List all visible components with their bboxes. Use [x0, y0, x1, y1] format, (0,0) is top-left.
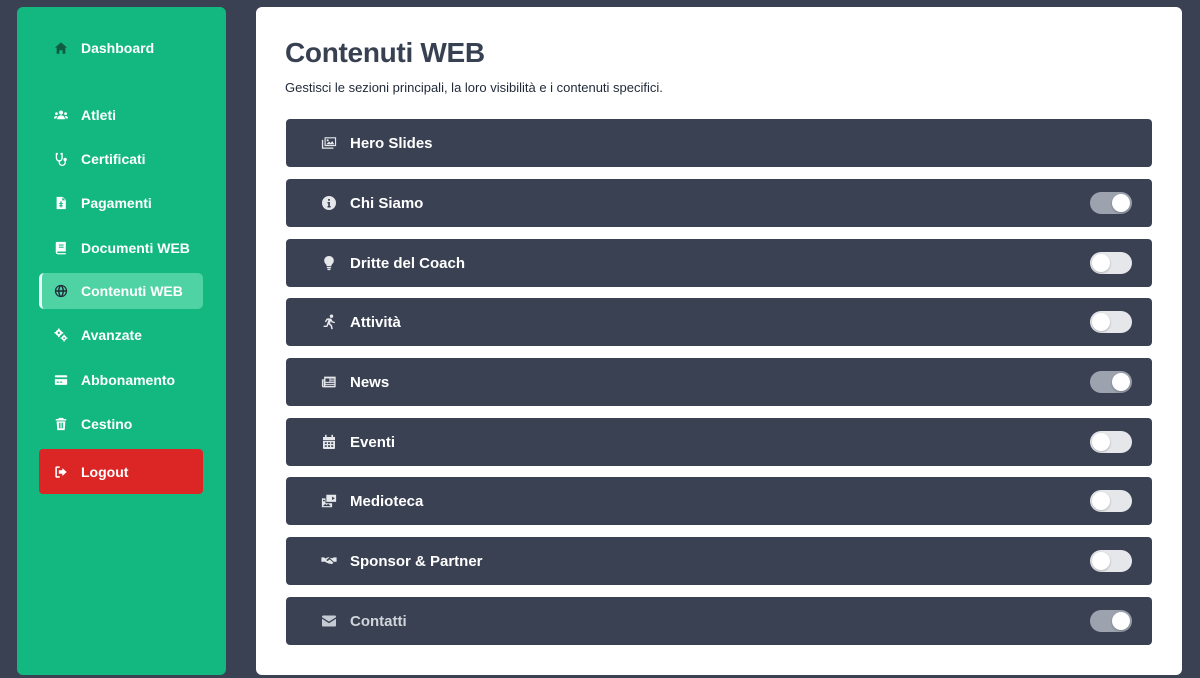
sidebar-item-label: Pagamenti: [81, 195, 152, 211]
sidebar-item-label: Atleti: [81, 107, 116, 123]
book-icon: [53, 240, 69, 256]
toggle-knob: [1112, 194, 1130, 212]
running-icon: [320, 313, 338, 331]
users-icon: [53, 107, 69, 123]
toggle-knob: [1112, 373, 1130, 391]
visibility-toggle[interactable]: [1090, 431, 1132, 453]
section-row-news[interactable]: News: [286, 358, 1152, 406]
sidebar-item-label: Contenuti WEB: [81, 283, 183, 299]
sidebar-item-certificati[interactable]: Certificati: [39, 141, 203, 177]
section-label: News: [350, 373, 390, 391]
section-row-medioteca[interactable]: Medioteca: [286, 477, 1152, 525]
visibility-toggle[interactable]: [1090, 550, 1132, 572]
photo-video-icon: [320, 492, 338, 510]
logout-button[interactable]: Logout: [39, 449, 203, 494]
stethoscope-icon: [53, 151, 69, 167]
visibility-toggle[interactable]: [1090, 311, 1132, 333]
visibility-toggle[interactable]: [1090, 192, 1132, 214]
toggle-knob: [1112, 612, 1130, 630]
globe-icon: [53, 283, 69, 299]
visibility-toggle[interactable]: [1090, 490, 1132, 512]
sidebar-item-label: Documenti WEB: [81, 240, 190, 256]
toggle-knob: [1092, 254, 1110, 272]
envelope-icon: [320, 612, 338, 630]
sidebar-item-label: Cestino: [81, 416, 133, 432]
sidebar-item-cestino[interactable]: Cestino: [39, 406, 203, 442]
section-label: Chi Siamo: [350, 194, 424, 212]
section-row-hero-slides[interactable]: Hero Slides: [286, 119, 1152, 167]
handshake-icon: [320, 552, 338, 570]
newspaper-icon: [320, 373, 338, 391]
section-row-attivita[interactable]: Attività: [286, 298, 1152, 346]
section-label: Contatti: [350, 612, 407, 630]
sidebar-item-abbonamento[interactable]: Abbonamento: [39, 362, 203, 398]
toggle-knob: [1092, 552, 1110, 570]
logout-label: Logout: [81, 463, 129, 480]
sidebar-item-atleti[interactable]: Atleti: [39, 97, 203, 133]
sidebar-item-contenuti-web[interactable]: Contenuti WEB: [39, 273, 203, 309]
section-row-contatti[interactable]: Contatti: [286, 597, 1152, 645]
toggle-knob: [1092, 433, 1110, 451]
toggle-knob: [1092, 313, 1110, 331]
sidebar-item-label: Avanzate: [81, 327, 142, 343]
sidebar-item-label: Certificati: [81, 151, 146, 167]
lightbulb-icon: [320, 254, 338, 272]
gears-icon: [53, 327, 69, 343]
calendar-icon: [320, 433, 338, 451]
sidebar: Dashboard Atleti Certificati Pagamenti D…: [17, 7, 226, 675]
sidebar-item-label: Abbonamento: [81, 372, 176, 388]
invoice-icon: [53, 195, 69, 211]
section-label: Attività: [350, 313, 401, 331]
section-label: Dritte del Coach: [350, 254, 466, 272]
home-icon: [53, 40, 69, 56]
section-label: Sponsor & Partner: [350, 552, 483, 570]
sidebar-item-label: Dashboard: [81, 40, 155, 56]
credit-card-icon: [53, 372, 69, 388]
page-subtitle: Gestisci le sezioni principali, la loro …: [285, 80, 663, 95]
visibility-toggle[interactable]: [1090, 252, 1132, 274]
content-panel: Contenuti WEB Gestisci le sezioni princi…: [256, 7, 1182, 675]
sidebar-item-dashboard[interactable]: Dashboard: [39, 30, 203, 66]
section-row-dritte-del-coach[interactable]: Dritte del Coach: [286, 239, 1152, 287]
section-label: Eventi: [350, 433, 396, 451]
section-label: Medioteca: [350, 492, 424, 510]
sidebar-item-documenti-web[interactable]: Documenti WEB: [39, 230, 203, 266]
visibility-toggle[interactable]: [1090, 610, 1132, 632]
trash-icon: [53, 416, 69, 432]
section-row-sponsor-partner[interactable]: Sponsor & Partner: [286, 537, 1152, 585]
toggle-knob: [1092, 492, 1110, 510]
info-circle-icon: [320, 194, 338, 212]
sidebar-item-avanzate[interactable]: Avanzate: [39, 317, 203, 353]
sidebar-item-pagamenti[interactable]: Pagamenti: [39, 185, 203, 221]
logout-icon: [53, 464, 69, 480]
section-label: Hero Slides: [350, 134, 433, 152]
images-icon: [320, 134, 338, 152]
visibility-toggle[interactable]: [1090, 371, 1132, 393]
page-title: Contenuti WEB: [285, 37, 485, 68]
section-row-chi-siamo[interactable]: Chi Siamo: [286, 179, 1152, 227]
section-row-eventi[interactable]: Eventi: [286, 418, 1152, 466]
